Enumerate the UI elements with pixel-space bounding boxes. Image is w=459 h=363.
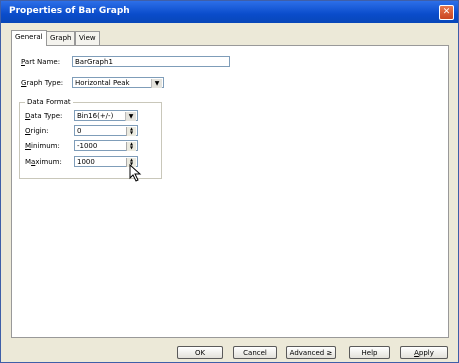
ok-button[interactable]: OK <box>177 346 223 359</box>
maximum-label: Maximum: <box>25 158 62 166</box>
origin-spinner[interactable]: 0 ▲ ▼ <box>74 125 138 136</box>
tab-graph[interactable]: Graph <box>46 31 76 45</box>
chevron-down-icon[interactable]: ▼ <box>151 79 162 88</box>
advanced-button[interactable]: Advanced ≥ <box>286 346 336 359</box>
cancel-button[interactable]: Cancel <box>233 346 277 359</box>
data-type-label: Data Type: <box>25 112 63 120</box>
graph-type-label: Graph Type: <box>21 79 64 87</box>
spin-buttons-icon[interactable]: ▲ ▼ <box>126 127 136 136</box>
data-type-select[interactable]: Bin16(+/-) ▼ <box>74 110 138 121</box>
help-button[interactable]: Help <box>349 346 390 359</box>
graph-type-select[interactable]: Horizontal Peak ▼ <box>72 77 164 88</box>
mouse-cursor-icon <box>129 164 142 182</box>
apply-button[interactable]: Apply <box>400 346 448 359</box>
dialog-title: Properties of Bar Graph <box>9 6 130 16</box>
close-icon: ✕ <box>442 7 451 17</box>
part-name-field[interactable]: BarGraph1 <box>72 56 230 67</box>
chevron-down-icon[interactable]: ▼ <box>125 112 136 121</box>
part-name-label: Part Name: <box>21 58 61 66</box>
tab-general[interactable]: General <box>11 30 47 46</box>
minimum-spinner[interactable]: -1000 ▲ ▼ <box>74 140 138 151</box>
properties-dialog: Properties of Bar Graph ✕ General Graph … <box>0 0 459 363</box>
tab-view[interactable]: View <box>75 31 100 45</box>
data-format-title: Data Format <box>25 98 73 106</box>
title-bar[interactable]: Properties of Bar Graph ✕ <box>1 1 458 23</box>
close-button[interactable]: ✕ <box>439 5 454 20</box>
spin-buttons-icon[interactable]: ▲ ▼ <box>126 142 136 151</box>
origin-label: Origin: <box>25 127 49 135</box>
minimum-label: Minimum: <box>25 142 60 150</box>
